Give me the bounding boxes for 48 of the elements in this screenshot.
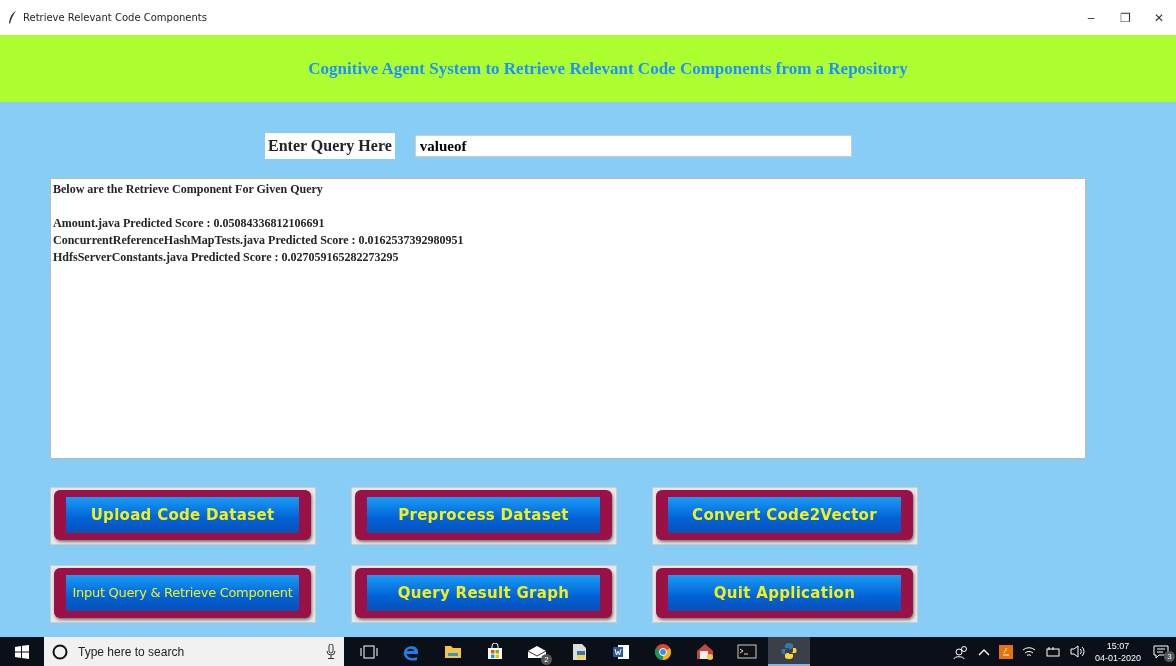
- envelope-icon: [527, 644, 547, 659]
- action-button[interactable]: Query Result Graph: [351, 565, 617, 623]
- house-icon: [696, 643, 714, 660]
- app-title: Cognitive Agent System to Retrieve Relevant Code Components from a Repository: [307, 57, 908, 80]
- minimize-button[interactable]: –: [1074, 8, 1108, 27]
- chevron-up-icon[interactable]: [977, 647, 990, 656]
- results-heading: Below are the Retrieve Component For Given Query: [53, 181, 323, 198]
- battery-icon[interactable]: [1044, 645, 1061, 658]
- document-icon: [571, 642, 587, 661]
- feather-icon: [8, 11, 17, 24]
- volume-icon[interactable]: [1069, 645, 1086, 658]
- action-button[interactable]: Input Query & Retrieve Component: [50, 565, 316, 623]
- chrome-icon: [654, 642, 672, 661]
- chat-icon: [1153, 644, 1169, 659]
- wifi-icon[interactable]: [1021, 645, 1036, 658]
- taskbar-clock[interactable]: 15:07 04-01-2020: [1094, 639, 1141, 664]
- time-text: 15:07: [1105, 639, 1131, 652]
- python-icon: [780, 641, 798, 660]
- taskbar-app-button[interactable]: 2: [516, 637, 558, 666]
- folder-icon: [444, 644, 462, 659]
- result-line: ConcurrentReferenceHashMapTests.java Predicted Score : 0.0162537392980951: [53, 232, 464, 249]
- search-field[interactable]: Type here to search: [76, 641, 326, 662]
- people-icon[interactable]: [952, 644, 969, 659]
- count-badge: 2: [541, 654, 552, 665]
- taskbar-app-button[interactable]: [768, 637, 810, 666]
- task-view-icon: [360, 644, 378, 659]
- taskbar-search-bar[interactable]: Type here to search: [44, 637, 344, 666]
- restore-button[interactable]: ❐: [1108, 8, 1142, 27]
- query-field[interactable]: valueof: [414, 135, 852, 157]
- notification-badge: 3: [1164, 650, 1175, 662]
- circle-icon: [52, 643, 68, 660]
- action-button[interactable]: Convert Code2Vector: [652, 487, 918, 545]
- windows-icon: [15, 644, 29, 659]
- result-line: Amount.java Predicted Score : 0.05084336812106691: [53, 215, 325, 232]
- action-button[interactable]: Upload Code Dataset: [50, 487, 316, 545]
- window-title: Retrieve Relevant Code Components: [23, 11, 207, 25]
- date-text: 04-01-2020: [1094, 651, 1141, 664]
- action-button[interactable]: Preprocess Dataset: [351, 487, 617, 545]
- action-button[interactable]: Quit Application: [652, 565, 918, 623]
- result-line: HdfsServerConstants.java Predicted Score : 0.027059165282273295: [53, 249, 399, 266]
- query-label: Enter Query Here: [265, 133, 395, 159]
- shopping-bag-icon: [487, 643, 503, 660]
- java-icon[interactable]: [998, 644, 1013, 659]
- terminal-icon: [737, 644, 757, 659]
- word-document-icon: [612, 643, 630, 660]
- microphone-icon: [326, 644, 336, 659]
- close-button[interactable]: ✕: [1142, 8, 1176, 27]
- notification-button[interactable]: 3: [1150, 640, 1172, 663]
